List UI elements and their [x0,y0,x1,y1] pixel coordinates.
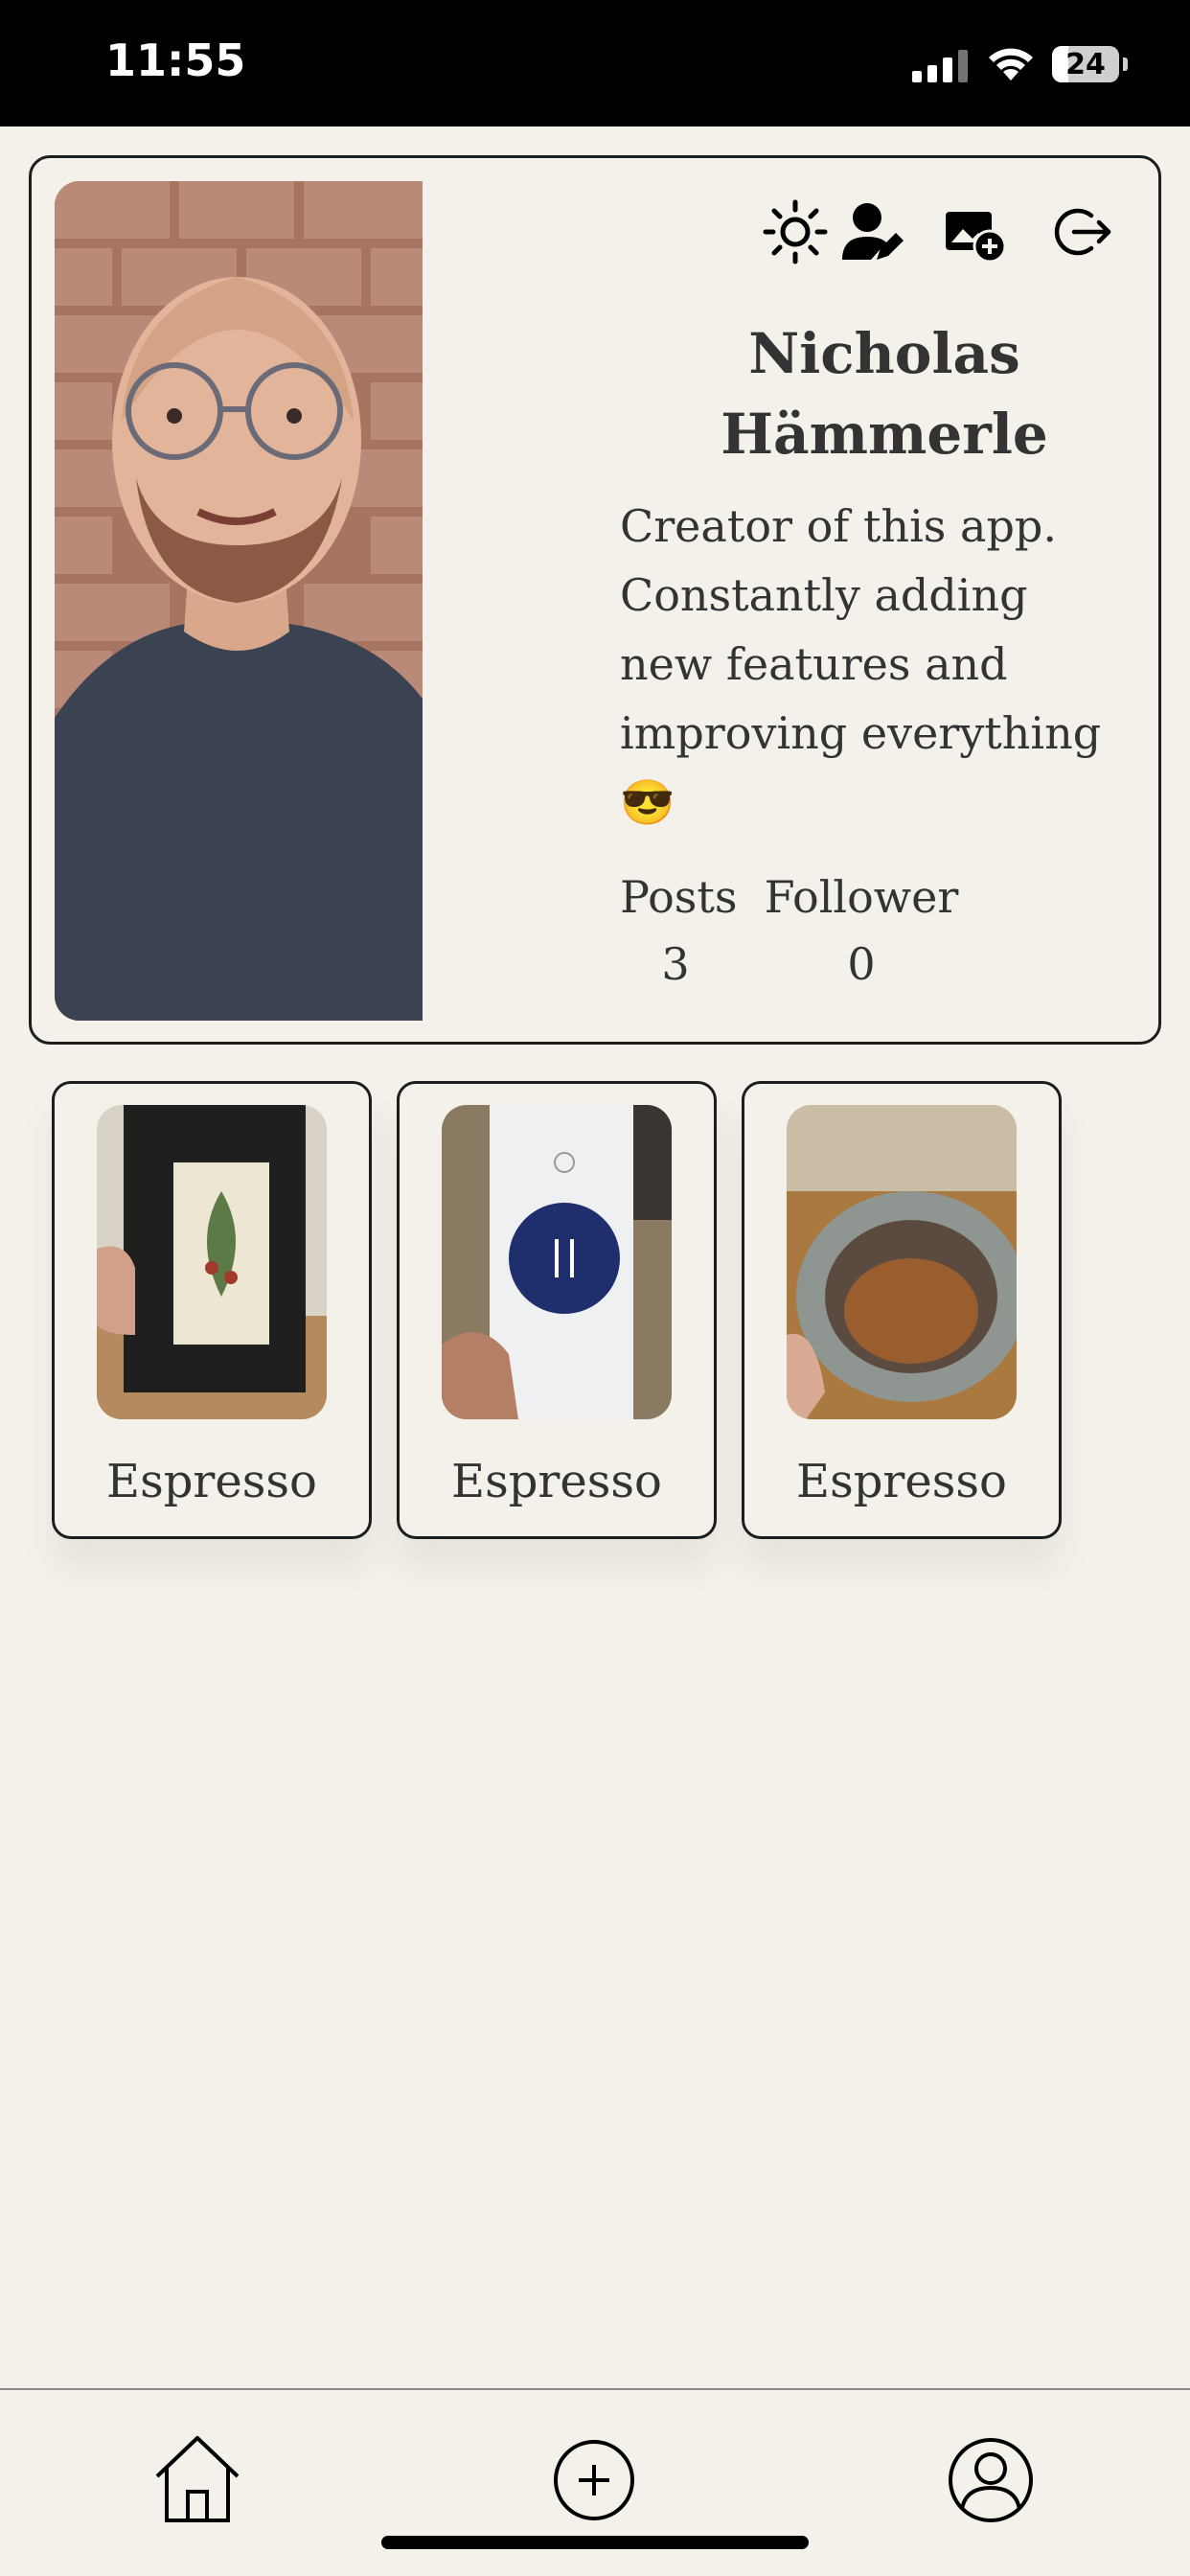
bio-line: Creator of this app. [620,500,1057,552]
battery-icon: 24 [1052,46,1119,82]
sun-icon[interactable] [762,198,829,265]
coffee-bag-white-image [442,1105,672,1419]
status-time: 11:55 [105,34,246,86]
logout-icon[interactable] [1049,198,1116,265]
profile-name: Nicholas Hämmerle [568,313,1190,474]
post-card[interactable]: Espresso [52,1081,372,1539]
follower-label: Follower [764,871,959,923]
signal-icon [912,48,968,82]
profile-name-last: Hämmerle [721,402,1048,467]
profile-actions [762,198,1145,275]
coffee-bag-black-image [97,1105,327,1419]
bio-emoji: 😎 [620,776,675,828]
espresso-cup-image [787,1105,1017,1419]
status-bar: 11:55 24 [0,0,1190,126]
post-card[interactable]: Espresso [742,1081,1062,1539]
battery-nub [1123,58,1128,71]
post-title: Espresso [796,1455,1007,1508]
bio-line: Constantly adding [620,569,1028,621]
posts-count: 3 [661,938,690,990]
profile-bio: Creator of this app. Constantly adding n… [620,492,1137,837]
bio-line: improving everything [620,707,1102,759]
wifi-icon [989,48,1033,80]
battery-level: 24 [1065,47,1106,81]
plus-circle-icon[interactable] [546,2432,642,2528]
post-card[interactable]: Espresso [397,1081,717,1539]
profile-name-first: Nicholas [748,321,1020,386]
posts-stat: Posts 3 [620,863,738,998]
follower-stat[interactable]: Follower 0 [764,863,959,998]
profile-photo [55,181,423,1021]
post-title: Espresso [106,1455,317,1508]
post-title: Espresso [451,1455,662,1508]
follower-count: 0 [847,938,876,990]
profile-card: Nicholas Hämmerle Creator of this app. C… [29,155,1161,1045]
profile-stats: Posts 3 Follower 0 [620,863,1022,998]
bio-line: new features and [620,638,1008,690]
posts-label: Posts [620,871,738,923]
user-circle-icon[interactable] [943,2432,1039,2528]
home-icon[interactable] [149,2432,245,2528]
user-edit-icon[interactable] [838,198,905,265]
image-add-icon[interactable] [942,198,1009,265]
home-indicator [381,2536,809,2549]
